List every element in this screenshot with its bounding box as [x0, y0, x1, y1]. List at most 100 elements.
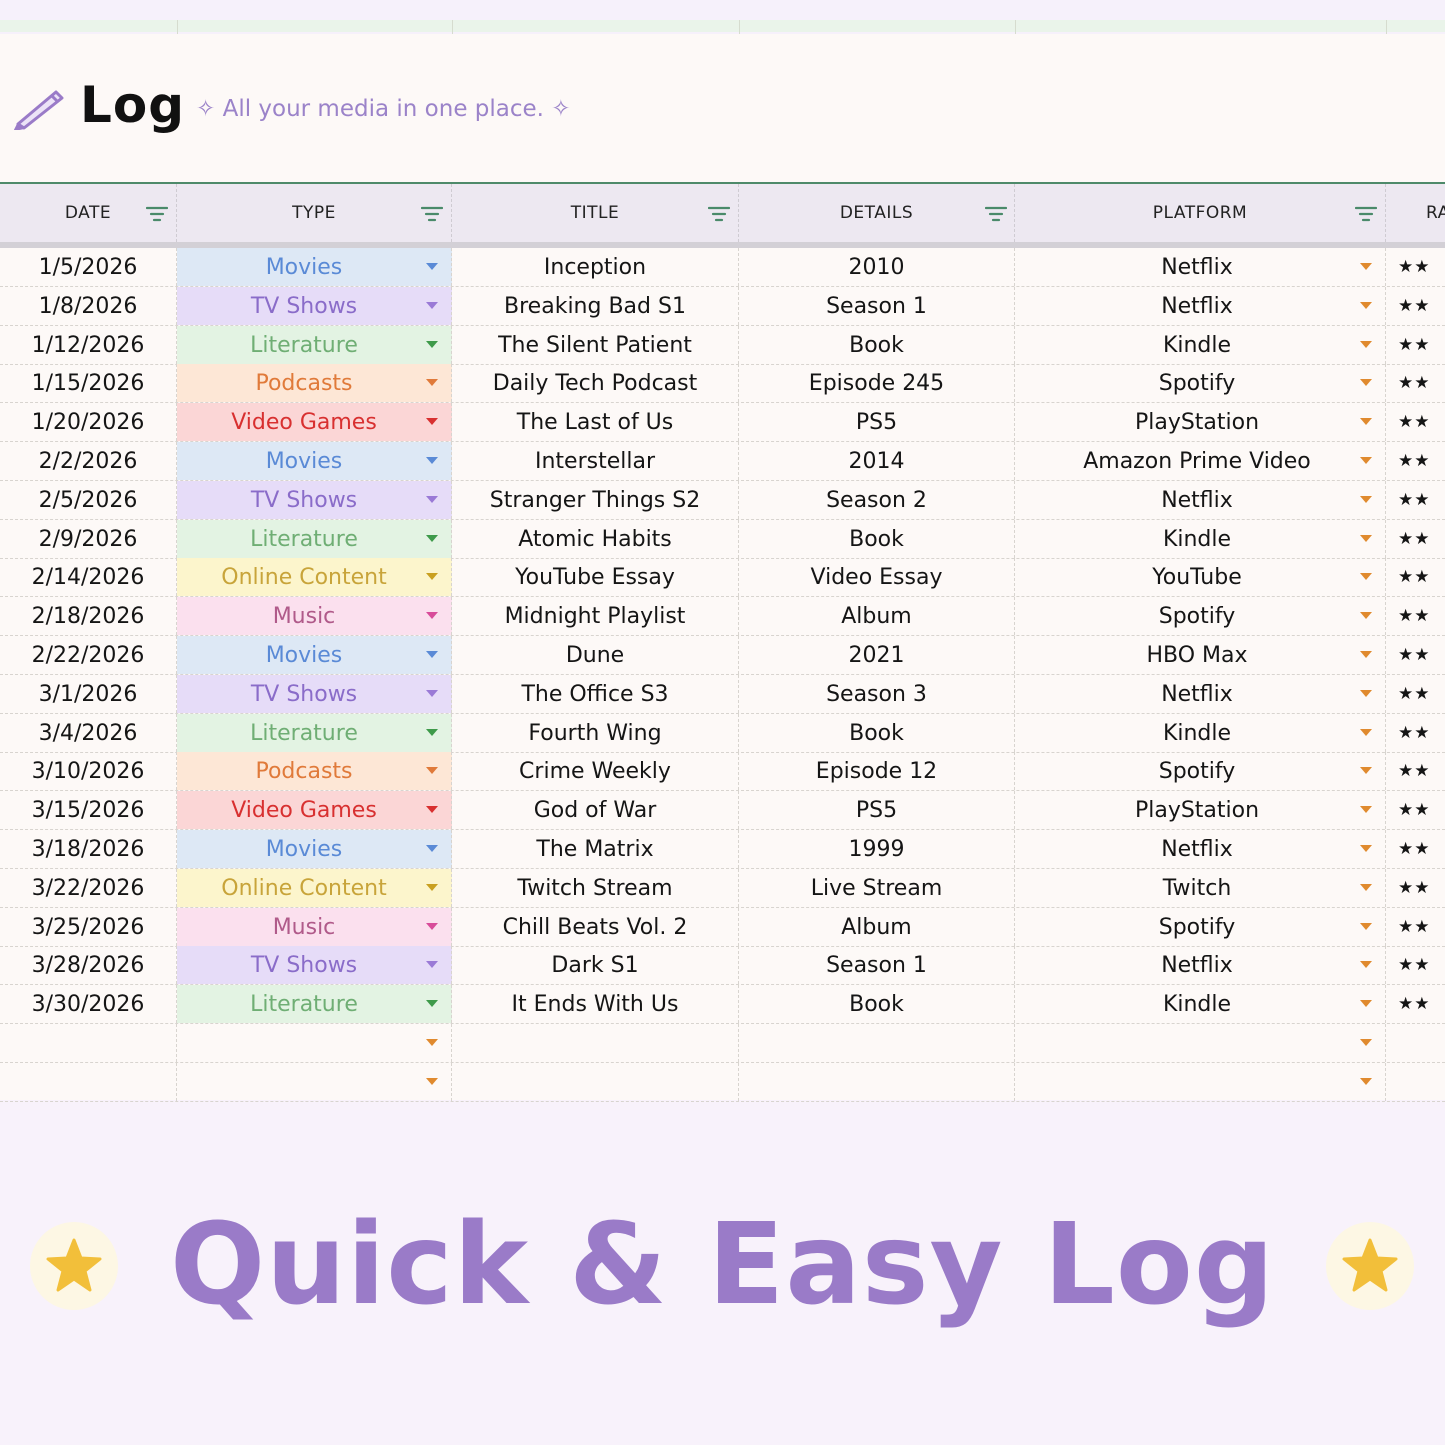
cell-rating[interactable]: ★★ — [1386, 908, 1445, 946]
cell-type[interactable]: Literature — [177, 985, 452, 1023]
cell-title[interactable]: Daily Tech Podcast — [452, 364, 739, 402]
cell-rating[interactable]: ★★ — [1386, 946, 1445, 984]
cell-platform[interactable]: Spotify — [1015, 597, 1386, 635]
cell-date[interactable]: 2/5/2026 — [0, 481, 177, 519]
table-row[interactable]: 3/4/2026 Literature Fourth Wing Book Kindle ★… — [0, 714, 1445, 753]
cell-details[interactable]: PS5 — [739, 403, 1015, 441]
type-dropdown-icon[interactable] — [426, 1078, 438, 1085]
cell-title[interactable]: Chill Beats Vol. 2 — [452, 908, 739, 946]
table-row[interactable]: 3/1/2026 TV Shows The Office S3 Season 3 Net… — [0, 675, 1445, 714]
cell-details[interactable]: Season 2 — [739, 481, 1015, 519]
cell-platform[interactable]: Kindle — [1015, 714, 1386, 752]
cell-details[interactable]: Episode 245 — [739, 364, 1015, 402]
platform-dropdown-icon[interactable] — [1360, 690, 1372, 697]
column-header-type[interactable]: TYPE — [177, 184, 452, 242]
table-row[interactable] — [0, 1024, 1445, 1063]
table-row[interactable]: 3/15/2026 Video Games God of War PS5 PlaySta… — [0, 791, 1445, 830]
type-dropdown-icon[interactable] — [426, 806, 438, 813]
cell-rating[interactable]: ★★ — [1386, 714, 1445, 752]
table-row[interactable]: 3/30/2026 Literature It Ends With Us Book Ki… — [0, 985, 1445, 1024]
cell-date[interactable]: 2/2/2026 — [0, 442, 177, 480]
cell-platform[interactable]: Netflix — [1015, 481, 1386, 519]
platform-dropdown-icon[interactable] — [1360, 612, 1372, 619]
platform-dropdown-icon[interactable] — [1360, 535, 1372, 542]
cell-title[interactable]: Stranger Things S2 — [452, 481, 739, 519]
cell-date[interactable]: 3/15/2026 — [0, 791, 177, 829]
type-dropdown-icon[interactable] — [426, 341, 438, 348]
table-row[interactable]: 2/18/2026 Music Midnight Playlist Album Spot… — [0, 597, 1445, 636]
type-dropdown-icon[interactable] — [426, 729, 438, 736]
type-dropdown-icon[interactable] — [426, 496, 438, 503]
cell-type[interactable]: Movies — [177, 442, 452, 480]
column-header-platform[interactable]: PLATFORM — [1015, 184, 1386, 242]
platform-dropdown-icon[interactable] — [1360, 341, 1372, 348]
type-dropdown-icon[interactable] — [426, 690, 438, 697]
cell-rating[interactable]: ★★ — [1386, 791, 1445, 829]
cell-date[interactable]: 3/1/2026 — [0, 675, 177, 713]
cell-details[interactable]: 2010 — [739, 248, 1015, 286]
filter-icon[interactable] — [421, 206, 443, 222]
cell-platform[interactable]: YouTube — [1015, 558, 1386, 596]
cell-details[interactable]: PS5 — [739, 791, 1015, 829]
platform-dropdown-icon[interactable] — [1360, 961, 1372, 968]
cell-rating[interactable] — [1386, 1063, 1445, 1101]
cell-details[interactable]: Book — [739, 520, 1015, 558]
platform-dropdown-icon[interactable] — [1360, 884, 1372, 891]
cell-details[interactable]: Book — [739, 714, 1015, 752]
table-row[interactable] — [0, 1063, 1445, 1102]
platform-dropdown-icon[interactable] — [1360, 1039, 1372, 1046]
cell-type[interactable]: Video Games — [177, 791, 452, 829]
table-row[interactable]: 1/20/2026 Video Games The Last of Us PS5 Pla… — [0, 403, 1445, 442]
cell-title[interactable]: Midnight Playlist — [452, 597, 739, 635]
cell-platform[interactable]: Netflix — [1015, 830, 1386, 868]
cell-title[interactable]: Atomic Habits — [452, 520, 739, 558]
cell-type[interactable]: Podcasts — [177, 364, 452, 402]
cell-platform[interactable]: Kindle — [1015, 326, 1386, 364]
type-dropdown-icon[interactable] — [426, 573, 438, 580]
cell-date[interactable]: 1/15/2026 — [0, 364, 177, 402]
cell-platform[interactable]: Netflix — [1015, 248, 1386, 286]
type-dropdown-icon[interactable] — [426, 263, 438, 270]
cell-type[interactable]: Movies — [177, 248, 452, 286]
cell-type[interactable]: Online Content — [177, 558, 452, 596]
cell-type[interactable]: Literature — [177, 520, 452, 558]
cell-title[interactable]: God of War — [452, 791, 739, 829]
column-header-details[interactable]: DETAILS — [739, 184, 1015, 242]
cell-title[interactable]: It Ends With Us — [452, 985, 739, 1023]
filter-icon[interactable] — [708, 206, 730, 222]
cell-rating[interactable]: ★★ — [1386, 287, 1445, 325]
type-dropdown-icon[interactable] — [426, 651, 438, 658]
cell-platform[interactable]: Netflix — [1015, 675, 1386, 713]
cell-details[interactable]: Season 1 — [739, 287, 1015, 325]
cell-rating[interactable]: ★★ — [1386, 558, 1445, 596]
type-dropdown-icon[interactable] — [426, 961, 438, 968]
cell-date[interactable]: 1/20/2026 — [0, 403, 177, 441]
cell-rating[interactable]: ★★ — [1386, 248, 1445, 286]
cell-date[interactable]: 2/9/2026 — [0, 520, 177, 558]
cell-title[interactable]: Inception — [452, 248, 739, 286]
cell-date[interactable] — [0, 1024, 177, 1062]
cell-details[interactable]: Album — [739, 908, 1015, 946]
cell-details[interactable]: Book — [739, 326, 1015, 364]
cell-type[interactable]: Video Games — [177, 403, 452, 441]
cell-platform[interactable] — [1015, 1063, 1386, 1101]
type-dropdown-icon[interactable] — [426, 535, 438, 542]
cell-details[interactable]: 2014 — [739, 442, 1015, 480]
cell-rating[interactable]: ★★ — [1386, 869, 1445, 907]
platform-dropdown-icon[interactable] — [1360, 379, 1372, 386]
cell-details[interactable]: 2021 — [739, 636, 1015, 674]
platform-dropdown-icon[interactable] — [1360, 651, 1372, 658]
cell-platform[interactable]: PlayStation — [1015, 791, 1386, 829]
cell-rating[interactable]: ★★ — [1386, 520, 1445, 558]
type-dropdown-icon[interactable] — [426, 923, 438, 930]
cell-rating[interactable]: ★★ — [1386, 985, 1445, 1023]
table-row[interactable]: 2/22/2026 Movies Dune 2021 HBO Max ★★ — [0, 636, 1445, 675]
cell-type[interactable]: TV Shows — [177, 946, 452, 984]
table-row[interactable]: 3/25/2026 Music Chill Beats Vol. 2 Album Spo… — [0, 908, 1445, 947]
cell-platform[interactable]: Spotify — [1015, 752, 1386, 790]
cell-date[interactable] — [0, 1063, 177, 1101]
cell-date[interactable]: 1/12/2026 — [0, 326, 177, 364]
platform-dropdown-icon[interactable] — [1360, 263, 1372, 270]
table-row[interactable]: 2/14/2026 Online Content YouTube Essay Vide… — [0, 558, 1445, 597]
cell-type[interactable]: Movies — [177, 830, 452, 868]
